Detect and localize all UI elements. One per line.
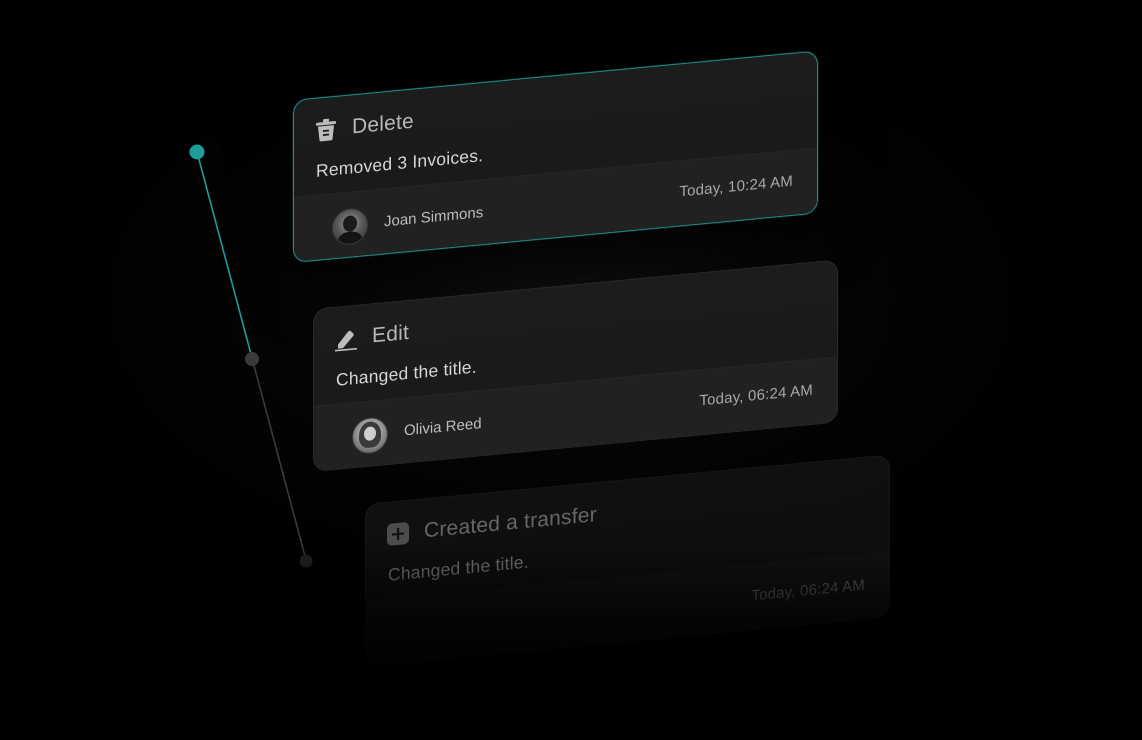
timeline-node-2 [245,352,259,366]
timeline-node-3 [299,554,313,568]
plus-square-icon [386,521,410,547]
timeline-line-active [196,151,253,359]
activity-description: Changed the title. [336,356,477,390]
timestamp: Today, 10:24 AM [679,172,793,201]
activity-card-edit[interactable]: Edit Changed the title. Olivia Reed Toda… [313,259,838,472]
activity-title: Created a transfer [424,503,597,543]
activity-timeline-stage: Delete Removed 3 Invoices. Joan Simmons … [0,0,1142,740]
activity-card-delete[interactable]: Delete Removed 3 Invoices. Joan Simmons … [293,50,818,263]
pencil-icon [334,326,358,352]
timeline-line-inactive [251,357,307,561]
activity-title: Delete [352,109,414,139]
avatar [332,206,368,247]
user-name: Joan Simmons [384,204,484,231]
trash-icon [314,117,338,143]
activity-card-transfer[interactable]: Created a transfer Changed the title. To… [365,454,890,667]
user-name: Olivia Reed [404,415,482,440]
timestamp: Today, 06:24 AM [751,576,865,605]
timestamp: Today, 06:24 AM [699,381,813,410]
activity-description: Removed 3 Invoices. [316,145,484,181]
avatar [352,415,388,456]
activity-description: Changed the title. [388,551,529,585]
activity-title: Edit [372,320,409,348]
timeline-node-active [189,144,205,160]
